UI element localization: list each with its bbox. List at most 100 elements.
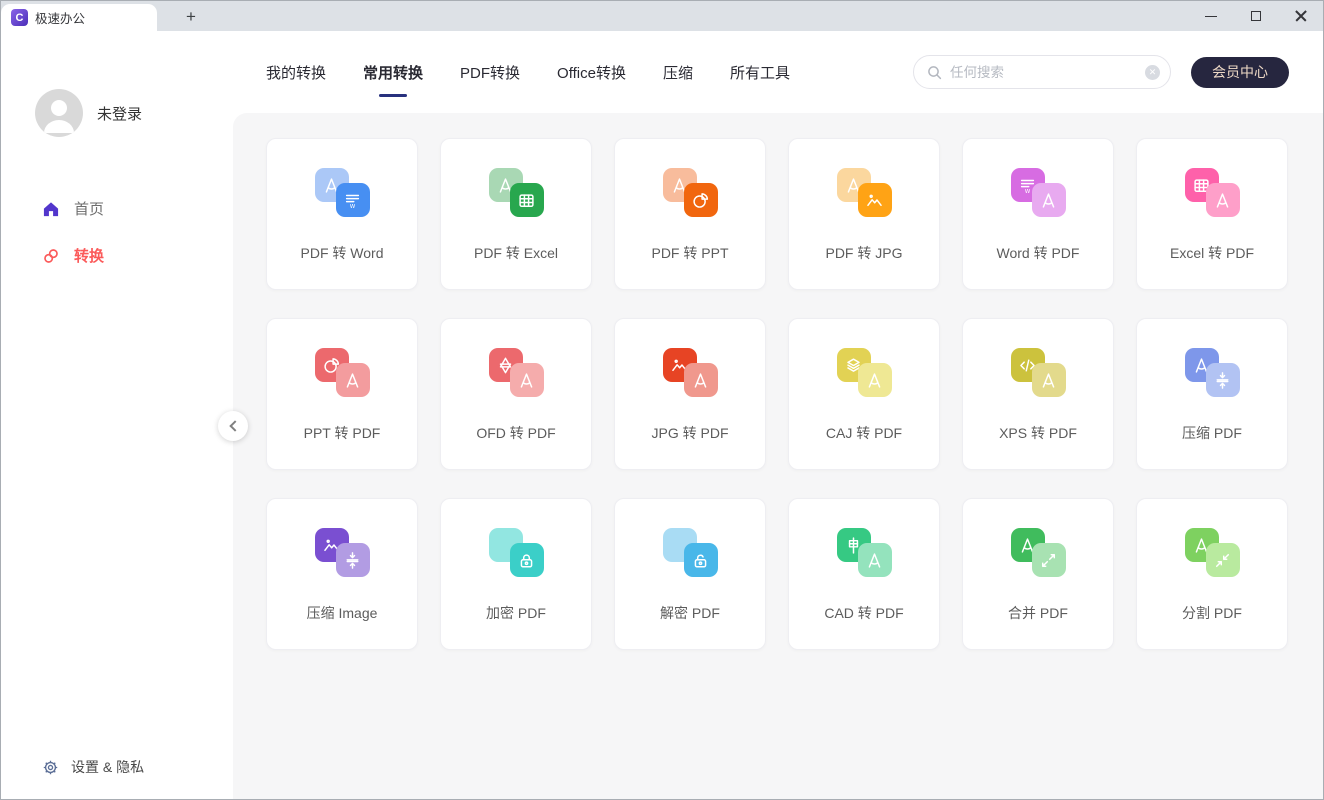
compress-icon [336,543,370,577]
tab-4[interactable]: 压缩 [663,56,693,89]
tool-label: PDF 转 Excel [474,243,558,263]
tool-card[interactable]: CAJ 转 PDF [788,318,940,470]
maximize-icon [1251,11,1261,21]
tool-label: 合并 PDF [1008,603,1068,623]
settings-label: 设置 & 隐私 [71,757,144,777]
search-icon [927,65,942,80]
image-icon [858,183,892,217]
home-icon [41,199,61,219]
excel-icon [510,183,544,217]
app-window: C 极速办公 + 未登录 首页转换 [0,0,1324,800]
member-center-button[interactable]: 会员中心 [1191,57,1289,88]
tool-icon [1011,528,1066,577]
search-input[interactable] [950,65,1137,80]
tool-label: CAD 转 PDF [824,603,903,623]
tab-1[interactable]: 常用转换 [363,56,423,89]
tool-label: XPS 转 PDF [999,423,1077,443]
sidebar-item-label: 首页 [74,198,104,219]
pdf-a-icon [1206,183,1240,217]
tool-card[interactable]: PDF 转 Excel [440,138,592,290]
clear-search-icon[interactable]: ✕ [1145,65,1160,80]
new-tab-button[interactable]: + [179,5,203,29]
close-icon [1295,10,1307,22]
tool-card[interactable]: PPT 转 PDF [266,318,418,470]
tool-card[interactable]: PDF 转 JPG [788,138,940,290]
tool-card[interactable]: w Word 转 PDF [962,138,1114,290]
tool-label: Word 转 PDF [997,243,1080,263]
sidebar-item-convert[interactable]: 转换 [1,232,233,279]
tool-icon [489,528,544,577]
tool-card[interactable]: OFD 转 PDF [440,318,592,470]
pdf-a-icon [510,363,544,397]
tool-card[interactable]: XPS 转 PDF [962,318,1114,470]
lock-icon [510,543,544,577]
app-tab[interactable]: C 极速办公 [1,4,157,31]
tool-card[interactable]: Excel 转 PDF [1136,138,1288,290]
tool-label: PDF 转 JPG [825,243,902,263]
sidebar-collapse-button[interactable] [218,411,248,441]
tool-icon [837,168,892,217]
pdf-a-icon [858,543,892,577]
content: w PDF 转 Word PDF 转 Excel PDF 转 PPT [233,113,1323,799]
maximize-button[interactable] [1233,1,1278,31]
compress-icon [1206,363,1240,397]
svg-text:w: w [349,203,356,210]
tool-card[interactable]: 压缩 Image [266,498,418,650]
sidebar-item-home[interactable]: 首页 [1,185,233,232]
tool-icon: w [315,168,370,217]
tool-label: 分割 PDF [1182,603,1242,623]
tool-card[interactable]: CAD 转 PDF [788,498,940,650]
sidebar-nav: 首页转换 [1,185,233,279]
tool-card[interactable]: 解密 PDF [614,498,766,650]
person-icon [35,89,83,137]
tool-label: CAJ 转 PDF [826,423,902,443]
tool-icon [1185,348,1240,397]
tool-card[interactable]: w PDF 转 Word [266,138,418,290]
tab-2[interactable]: PDF转换 [460,56,520,89]
tool-card[interactable]: PDF 转 PPT [614,138,766,290]
category-tabs: 我的转换 常用转换 PDF转换 Office转换 压缩 所有工具 [266,56,790,89]
svg-text:w: w [1024,188,1031,195]
tool-icon [315,528,370,577]
link-icon [41,246,61,266]
tool-icon [489,168,544,217]
pdf-a-icon [684,363,718,397]
tool-card[interactable]: 压缩 PDF [1136,318,1288,470]
tool-icon [489,348,544,397]
tool-label: 压缩 PDF [1182,423,1242,443]
tool-icon [837,528,892,577]
tab-3[interactable]: Office转换 [557,56,626,89]
pdf-a-icon [1032,183,1066,217]
word-icon: w [336,183,370,217]
login-status-label: 未登录 [97,103,142,124]
avatar [35,89,83,137]
search-box[interactable]: ✕ [913,55,1171,89]
tool-card[interactable]: JPG 转 PDF [614,318,766,470]
sidebar-item-label: 转换 [74,245,104,266]
tab-0[interactable]: 我的转换 [266,56,326,89]
pdf-a-icon [858,363,892,397]
tab-5[interactable]: 所有工具 [730,56,790,89]
split-icon [1206,543,1240,577]
tool-card[interactable]: 加密 PDF [440,498,592,650]
minimize-button[interactable] [1188,1,1233,31]
titlebar: C 极速办公 + [1,1,1323,31]
tools-grid: w PDF 转 Word PDF 转 Excel PDF 转 PPT [266,138,1323,650]
close-button[interactable] [1278,1,1323,31]
tool-card[interactable]: 分割 PDF [1136,498,1288,650]
tool-card[interactable]: 合并 PDF [962,498,1114,650]
settings-button[interactable]: 设置 & 隐私 [41,757,144,777]
gear-icon [41,758,60,777]
tool-label: 压缩 Image [307,603,378,623]
minimize-icon [1205,16,1217,17]
tool-icon [315,348,370,397]
app-logo-icon: C [11,9,28,26]
pdf-a-icon [1032,363,1066,397]
tool-icon [1185,168,1240,217]
tool-icon [837,348,892,397]
tool-icon [663,528,718,577]
tool-label: PDF 转 Word [301,243,384,263]
main-area: 我的转换 常用转换 PDF转换 Office转换 压缩 所有工具 ✕ 会员中心 w [233,31,1323,799]
tool-label: 解密 PDF [660,603,720,623]
profile[interactable]: 未登录 [1,31,233,137]
